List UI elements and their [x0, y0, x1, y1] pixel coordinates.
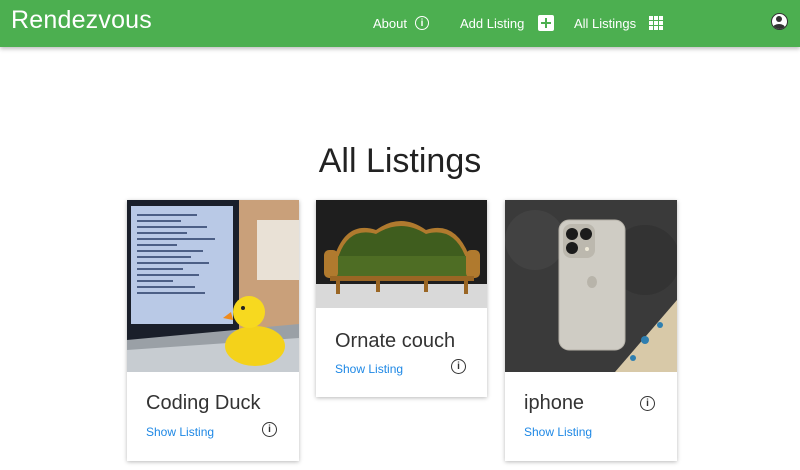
add-box-icon: [538, 15, 555, 31]
listing-image-ornate-couch: [316, 200, 487, 308]
info-icon[interactable]: i: [640, 396, 655, 411]
info-icon[interactable]: i: [451, 359, 466, 374]
nav-add-listing-label: Add Listing: [460, 15, 525, 31]
info-icon: i: [414, 16, 429, 30]
app-header: Rendezvous About i Add Listing All Listi…: [0, 0, 800, 47]
listing-card: Ornate couch Show Listing i: [316, 200, 487, 397]
listing-image-iphone: [505, 200, 677, 372]
show-listing-link[interactable]: Show Listing: [146, 425, 214, 439]
grid-icon: [649, 16, 664, 30]
listing-name: iphone: [524, 392, 585, 414]
listing-name: Ornate couch: [335, 330, 456, 352]
nav-all-listings-label: All Listings: [574, 15, 637, 31]
listing-card: Coding Duck Show Listing i: [127, 200, 299, 461]
nav-about-label: About: [373, 15, 407, 31]
brand-logo[interactable]: Rendezvous: [11, 6, 152, 35]
page-title: All Listings: [318, 142, 482, 180]
nav-about[interactable]: About i: [373, 14, 429, 32]
nav-all-listings[interactable]: All Listings: [574, 14, 664, 32]
show-listing-link[interactable]: Show Listing: [524, 425, 592, 439]
info-icon[interactable]: i: [262, 422, 277, 437]
nav-add-listing[interactable]: Add Listing: [460, 14, 555, 32]
listing-image-laptop-duck: [127, 200, 299, 372]
account-avatar-icon[interactable]: [771, 13, 788, 30]
listing-name: Coding Duck: [146, 392, 261, 414]
listing-card: iphone Show Listing i: [505, 200, 677, 461]
show-listing-link[interactable]: Show Listing: [335, 362, 403, 376]
